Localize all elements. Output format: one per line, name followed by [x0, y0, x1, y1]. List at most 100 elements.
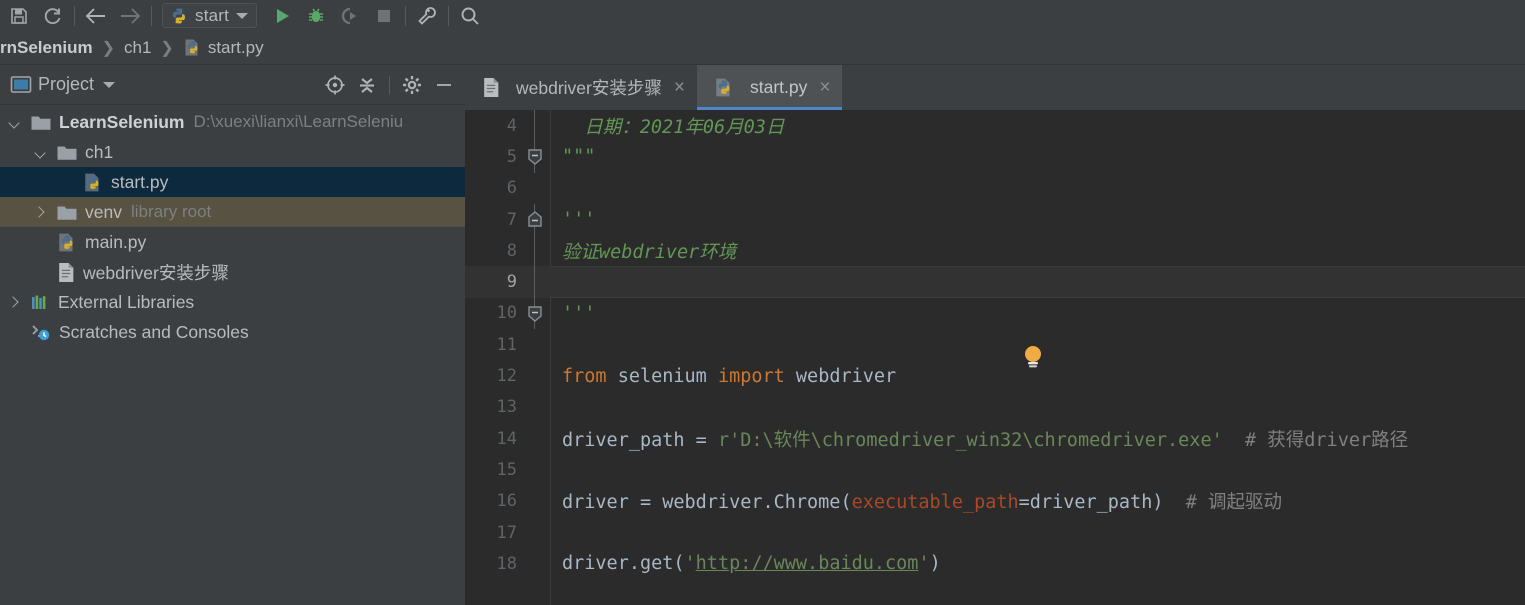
code-line-8[interactable]: 8 验证webdriver环境 — [465, 235, 1525, 267]
code-line-13[interactable]: 13 — [465, 392, 1525, 423]
breadcrumb-item-folder[interactable]: ch1 — [124, 38, 151, 58]
collapse-all-icon[interactable] — [352, 71, 382, 99]
code-line-text: 验证webdriver环境 — [550, 238, 1525, 264]
debug-icon[interactable] — [299, 1, 333, 31]
tree-item-external-libraries[interactable]: External Libraries — [0, 287, 465, 317]
fold-collapse-icon[interactable] — [527, 305, 543, 322]
fold-gutter[interactable] — [520, 110, 550, 142]
code-line-text: 日期：2021年06月03日 — [550, 113, 1525, 139]
breadcrumb-separator: ❯ — [101, 39, 115, 57]
run-with-coverage-icon[interactable] — [333, 1, 367, 31]
line-number: 17 — [496, 522, 517, 543]
tree-item-label: webdriver安装步骤 — [83, 262, 229, 283]
chevron-down-icon[interactable] — [236, 12, 249, 19]
fold-gutter[interactable] — [520, 297, 550, 330]
code-token: =driver_path) — [1018, 492, 1164, 514]
code-line-10[interactable]: 10 ''' — [465, 297, 1525, 330]
fold-gutter[interactable] — [520, 360, 550, 391]
close-icon[interactable]: × — [674, 78, 685, 97]
gear-icon[interactable] — [397, 71, 427, 99]
folder-icon — [56, 203, 78, 222]
fold-gutter[interactable] — [520, 423, 550, 454]
close-icon[interactable]: × — [819, 78, 830, 97]
code-token: selenium — [606, 365, 718, 387]
code-line-9[interactable]: 9 — [465, 266, 1525, 299]
fold-gutter[interactable] — [520, 173, 550, 204]
sync-refresh-icon[interactable] — [36, 1, 70, 31]
tree-item-ch1[interactable]: ch1 — [0, 137, 465, 167]
tree-item-label: External Libraries — [58, 291, 195, 312]
tree-item-webdriver[interactable]: webdriver安装步骤 — [0, 257, 465, 287]
scratches-icon — [30, 322, 52, 342]
fold-gutter[interactable] — [520, 486, 550, 517]
editor-tab-1[interactable]: webdriver安装步骤 × — [465, 65, 697, 110]
tree-item-scratches-and-consoles[interactable]: Scratches and Consoles — [0, 317, 465, 347]
code-line-6[interactable]: 6 — [465, 173, 1525, 204]
project-panel-title: Project — [38, 74, 95, 94]
code-line-11[interactable]: 11 — [465, 329, 1525, 360]
fold-gutter[interactable] — [520, 266, 550, 298]
editor-tab-label: webdriver安装步骤 — [516, 78, 662, 98]
tree-item-venv[interactable]: venv library root — [0, 197, 465, 227]
code-line-14[interactable]: 14 driver_path = r'D:\软件\chromedriver_win… — [465, 423, 1525, 454]
url-link[interactable]: http://www.baidu.com — [696, 553, 919, 574]
line-number: 12 — [496, 366, 517, 387]
code-line-17[interactable]: 17 — [465, 517, 1525, 548]
code-token: 验证webdriver环境 — [562, 241, 737, 263]
code-token: executable_path — [851, 492, 1019, 514]
folder-icon — [30, 113, 52, 132]
code-line-12[interactable]: 12 from selenium import webdriver — [465, 360, 1525, 391]
fold-gutter[interactable] — [520, 548, 550, 579]
hide-icon[interactable] — [429, 71, 459, 99]
line-number: 16 — [496, 491, 517, 512]
chevron-down-icon[interactable] — [34, 146, 47, 159]
tree-item-start-py[interactable]: start.py — [0, 167, 465, 197]
line-number: 11 — [496, 334, 517, 355]
fold-gutter[interactable] — [520, 329, 550, 360]
chevron-right-icon[interactable] — [34, 206, 47, 219]
code-line-18[interactable]: 18 driver.get('http://www.baidu.com') — [465, 548, 1525, 579]
line-number: 18 — [496, 553, 517, 574]
editor-tab-bar: webdriver安装步骤 × start.py × — [465, 65, 1525, 110]
fold-gutter[interactable] — [520, 141, 550, 173]
run-configuration-selector[interactable]: start — [162, 3, 258, 28]
code-line-16[interactable]: 16 driver = webdriver.Chrome(executable_p… — [465, 486, 1525, 517]
code-line-7[interactable]: 7 ''' — [465, 203, 1525, 236]
select-opened-file-icon[interactable] — [320, 71, 350, 99]
code-token: driver.get( — [562, 553, 685, 575]
tree-item-learnselenium[interactable]: LearnSelenium D:\xuexi\lianxi\LearnSeleni… — [0, 107, 465, 137]
code-token: # 调起驱动 — [1163, 492, 1283, 514]
folder-icon — [56, 143, 78, 162]
code-line-4[interactable]: 4 日期：2021年06月03日 — [465, 110, 1525, 142]
fold-collapse-icon[interactable] — [527, 210, 543, 228]
editor-tab-2[interactable]: start.py × — [696, 65, 843, 110]
fold-gutter[interactable] — [520, 235, 550, 267]
code-line-15[interactable]: 15 — [465, 454, 1525, 485]
chevron-down-icon[interactable] — [8, 116, 21, 129]
code-line-5[interactable]: 5 """ — [465, 141, 1525, 173]
forward-arrow-icon[interactable] — [113, 1, 147, 31]
fold-gutter[interactable] — [520, 517, 550, 548]
breadcrumb-item-file[interactable]: start.py — [183, 38, 264, 58]
project-panel-chevron-down-icon[interactable] — [103, 81, 116, 88]
line-number: 7 — [506, 209, 517, 230]
run-icon[interactable] — [265, 1, 299, 31]
fold-gutter[interactable] — [520, 203, 550, 236]
tree-item-main-py[interactable]: main.py — [0, 227, 465, 257]
python-file-icon — [170, 7, 188, 25]
chevron-right-icon[interactable] — [8, 296, 21, 309]
save-all-icon[interactable] — [2, 1, 36, 31]
python-file-icon — [82, 172, 104, 193]
fold-gutter[interactable] — [520, 454, 550, 485]
code-editor[interactable]: 4 日期：2021年06月03日 5 """ 6 7 ''' 8 验证webdriver环境 9… — [465, 110, 1525, 605]
back-arrow-icon[interactable] — [79, 1, 113, 31]
search-everywhere-icon[interactable] — [453, 1, 487, 31]
fold-collapse-icon[interactable] — [527, 148, 543, 166]
fold-gutter[interactable] — [520, 392, 550, 423]
stop-icon[interactable] — [367, 1, 401, 31]
code-token: ''' — [562, 302, 596, 324]
breadcrumb-item-project[interactable]: rnSelenium — [0, 38, 93, 58]
line-number: 5 — [506, 146, 517, 167]
settings-wrench-icon[interactable] — [410, 1, 444, 31]
project-tree: LearnSelenium D:\xuexi\lianxi\LearnSeleni… — [0, 105, 465, 603]
